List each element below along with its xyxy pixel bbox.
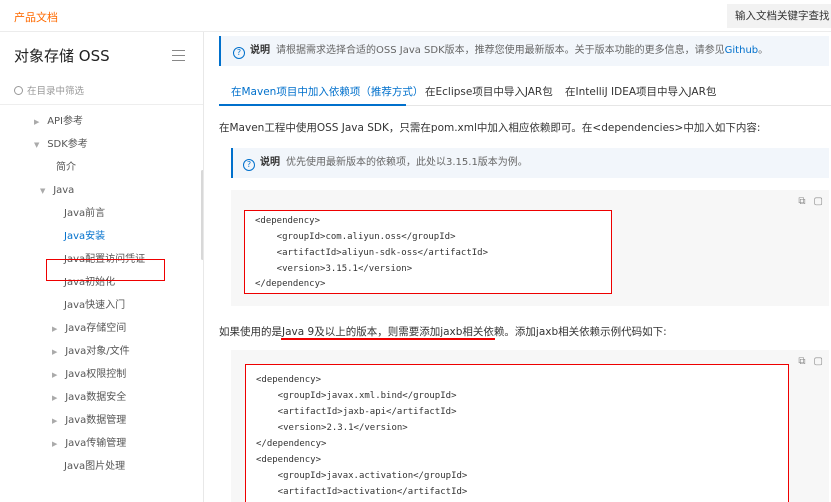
help-icon: ?	[243, 159, 255, 171]
expand-icon[interactable]: ▢	[814, 196, 823, 207]
code-block-jaxb: ⧉ ▢ <dependency> <groupId>javax.xml.bind<…	[231, 350, 829, 502]
chevron-right-icon: ▶	[52, 348, 58, 356]
sidebar-item-label: Java前言	[64, 208, 106, 219]
copy-icon[interactable]: ⧉	[798, 356, 805, 367]
code-content[interactable]: <dependency> <groupId>com.aliyun.oss</gr…	[244, 210, 612, 294]
sidebar: 对象存储 OSS 在目录中筛选 ▶ API参考 ▼ SDK参考 简介 ▼ Jav…	[0, 32, 204, 502]
chevron-right-icon: ▶	[52, 371, 58, 379]
code-line: <version>2.3.1</version>	[256, 423, 408, 433]
sidebar-item-java-security[interactable]: ▶ Java数据安全	[52, 388, 126, 408]
code-line: <groupId>com.aliyun.oss</groupId>	[255, 232, 456, 242]
sidebar-scrollbar[interactable]	[201, 170, 203, 260]
sidebar-item-label: 简介	[56, 162, 76, 173]
sidebar-item-label: Java快速入门	[64, 300, 126, 311]
version-note: ? 说明 请根据需求选择合适的OSS Java SDK版本，推荐您使用最新版本。关于…	[219, 36, 829, 66]
sidebar-filter-input[interactable]: 在目录中筛选	[14, 83, 84, 97]
sidebar-item-label: SDK参考	[47, 139, 88, 150]
note-label: 说明	[260, 157, 280, 168]
code-line: <groupId>javax.xml.bind</groupId>	[256, 391, 457, 401]
code-content[interactable]: <dependency> <groupId>javax.xml.bind</gr…	[245, 364, 789, 502]
main-content: ? 说明 请根据需求选择合适的OSS Java SDK版本，推荐您使用最新版本。关于…	[205, 32, 831, 502]
code-line: <version>3.15.1</version>	[255, 264, 413, 274]
code-line: <artifactId>jaxb-api</artifactId>	[256, 407, 457, 417]
sidebar-item-java-acl[interactable]: ▶ Java权限控制	[52, 365, 126, 385]
search-icon	[14, 86, 23, 95]
sidebar-item-label: Java对象/文件	[65, 346, 130, 357]
sidebar-item-label: API参考	[47, 116, 84, 127]
sidebar-title: 对象存储 OSS	[14, 47, 110, 65]
chevron-right-icon: ▶	[52, 325, 58, 333]
maven-instruction: 在Maven工程中使用OSS Java SDK，只需在pom.xml中加入相应依…	[219, 122, 761, 134]
sidebar-item-java-data-mgmt[interactable]: ▶ Java数据管理	[52, 411, 126, 431]
sidebar-item-label: Java安装	[64, 231, 106, 242]
sidebar-item-intro[interactable]: 简介	[56, 158, 76, 178]
highlight-box-active-item	[46, 259, 165, 281]
install-tabs: 在Maven项目中加入依赖项（推荐方式） 在Eclipse项目中导入JAR包 在…	[219, 80, 831, 106]
tab-intellij[interactable]: 在IntelliJ IDEA项目中导入JAR包	[565, 84, 716, 99]
tab-eclipse[interactable]: 在Eclipse项目中导入JAR包	[425, 84, 553, 99]
menu-icon[interactable]	[172, 50, 185, 61]
sidebar-item-java-preface[interactable]: Java前言	[64, 204, 105, 224]
jaxb-instruction: 如果使用的是Java 9及以上的版本，则需要添加jaxb相关依赖。添加jaxb相…	[219, 326, 667, 338]
code-line: <dependency>	[255, 216, 321, 226]
sidebar-item-java-bucket[interactable]: ▶ Java存储空间	[52, 319, 126, 339]
sidebar-item-java-object[interactable]: ▶ Java对象/文件	[52, 342, 130, 362]
code-line: <artifactId>aliyun-sdk-oss</artifactId>	[255, 248, 488, 258]
note-text: 优先使用最新版本的依赖项，此处以3.15.1版本为例。	[286, 157, 528, 168]
sidebar-item-java-quickstart[interactable]: Java快速入门	[64, 296, 125, 316]
sidebar-item-label: Java图片处理	[64, 461, 126, 472]
code-block-maven: ⧉ ▢ <dependency> <groupId>com.aliyun.oss<…	[231, 190, 829, 306]
expand-icon[interactable]: ▢	[814, 356, 823, 367]
sidebar-item-java-image[interactable]: Java图片处理	[64, 457, 125, 477]
sidebar-item-java-install[interactable]: Java安装	[64, 227, 105, 247]
version-hint-note: ? 说明 优先使用最新版本的依赖项，此处以3.15.1版本为例。	[231, 148, 829, 178]
chevron-right-icon: ▶	[52, 417, 58, 425]
sidebar-item-java-transfer[interactable]: ▶ Java传输管理	[52, 434, 126, 454]
code-line: </dependency>	[255, 279, 326, 289]
code-line: <artifactId>activation</artifactId>	[256, 487, 468, 497]
copy-icon[interactable]: ⧉	[798, 196, 805, 207]
code-line: <dependency>	[256, 375, 322, 385]
highlight-underline	[281, 338, 495, 340]
sidebar-item-java[interactable]: ▼ Java	[40, 181, 74, 201]
code-line: </dependency>	[256, 439, 327, 449]
top-bar: 产品文档 输入文档关键字查找	[0, 0, 831, 32]
help-icon: ?	[233, 47, 245, 59]
chevron-right-icon: ▶	[52, 394, 58, 402]
filter-placeholder: 在目录中筛选	[27, 86, 85, 97]
chevron-right-icon: ▶	[52, 440, 58, 448]
sidebar-item-api[interactable]: ▶ API参考	[34, 112, 83, 132]
sidebar-item-sdk[interactable]: ▼ SDK参考	[34, 135, 88, 155]
code-line: <dependency>	[256, 455, 322, 465]
chevron-right-icon: ▶	[34, 118, 40, 126]
chevron-down-icon: ▼	[34, 141, 40, 149]
sidebar-item-label: Java	[53, 185, 75, 196]
note-text: 请根据需求选择合适的OSS Java SDK版本，推荐您使用最新版本。关于版本功…	[276, 45, 725, 56]
note-label: 说明	[250, 45, 270, 56]
sidebar-item-label: Java存储空间	[65, 323, 127, 334]
active-tab-indicator	[219, 104, 406, 106]
doc-search-input[interactable]: 输入文档关键字查找	[727, 4, 831, 28]
sidebar-item-label: Java传输管理	[65, 438, 127, 449]
code-toolbar: ⧉ ▢	[790, 356, 823, 367]
sidebar-item-label: Java数据安全	[65, 392, 127, 403]
github-link[interactable]: Github	[725, 45, 758, 56]
note-end: 。	[758, 45, 769, 56]
sidebar-item-label: Java数据管理	[65, 415, 127, 426]
brand-link[interactable]: 产品文档	[14, 9, 58, 25]
code-toolbar: ⧉ ▢	[790, 196, 823, 207]
sidebar-item-label: Java权限控制	[65, 369, 127, 380]
tab-maven[interactable]: 在Maven项目中加入依赖项（推荐方式）	[231, 84, 423, 99]
chevron-down-icon: ▼	[40, 187, 46, 195]
sidebar-divider	[0, 104, 203, 105]
code-line: <groupId>javax.activation</groupId>	[256, 471, 468, 481]
